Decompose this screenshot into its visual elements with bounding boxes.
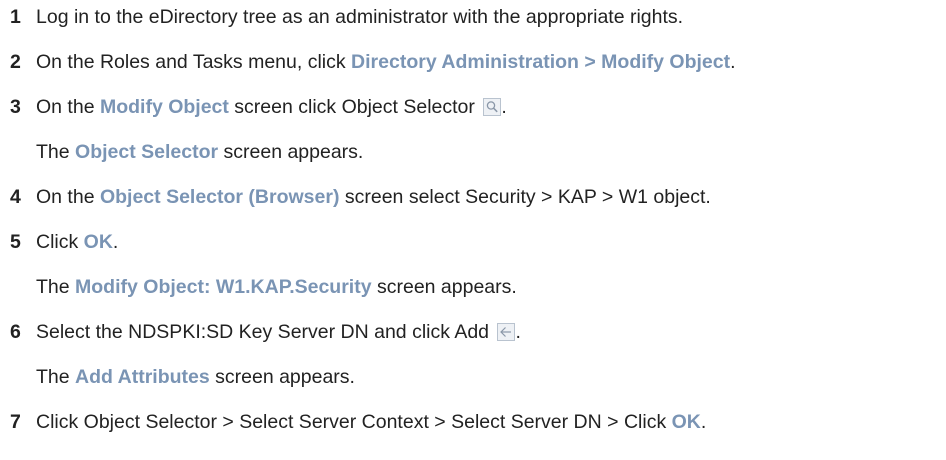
step-number: 5 [10,231,21,253]
step-1: 1 Log in to the eDirectory tree as an adm… [0,0,683,34]
ui-reference-directory-administration: Directory Administration > Modify Object [351,51,731,73]
ui-reference-ok: OK [83,231,113,253]
step-6-result: The Add Attributes screen appears. [0,360,355,394]
step-number: 6 [10,321,21,343]
step-text: . [501,96,507,118]
step-7: 7 Click Object Selector > Select Server C… [0,405,706,439]
ui-reference-add-attributes: Add Attributes [75,366,210,388]
step-2: 2 On the Roles and Tasks menu, click Dire… [0,45,736,79]
step-text: . [112,231,119,253]
step-text: . [700,411,707,433]
step-text: The [36,276,76,298]
step-4: 4 On the Object Selector (Browser) screen… [0,180,711,214]
ui-reference-modify-object-w1: Modify Object: W1.KAP.Security [75,276,372,298]
step-5-result: The Modify Object: W1.KAP.Security scree… [0,270,517,304]
step-number: 2 [10,51,21,73]
step-3-result: The Object Selector screen appears. [0,135,363,169]
step-text: screen select Security > KAP > W1 object… [339,186,711,208]
step-text: screen click Object Selector [228,96,481,118]
step-number: 7 [10,411,21,433]
ui-reference-ok: OK [671,411,701,433]
ui-reference-object-selector-browser: Object Selector (Browser) [99,186,340,208]
step-6: 6 Select the NDSPKI:SD Key Server DN and … [0,315,521,349]
step-number: 1 [10,6,21,28]
step-text: The [36,141,76,163]
step-text: On the [36,96,100,118]
step-5: 5 Click OK. [0,225,118,259]
ui-reference-modify-object: Modify Object [99,96,229,118]
step-text: On the Roles and Tasks menu, click [36,51,352,73]
step-text: Click [36,231,84,253]
instruction-steps: 1 Log in to the eDirectory tree as an adm… [0,0,946,460]
step-text: The [36,366,76,388]
step-text: screen appears. [209,366,355,388]
step-text: Log in to the eDirectory tree as an admi… [36,6,684,28]
step-text: . [515,321,521,343]
step-text: Click Object Selector > Select Server Co… [36,411,672,433]
step-text: screen appears. [371,276,517,298]
magnifier-icon [483,98,502,116]
step-number: 4 [10,186,21,208]
left-arrow-icon [497,323,516,341]
step-text: . [730,51,736,73]
step-number: 3 [10,96,21,118]
step-3: 3 On the Modify Object screen click Objec… [0,90,507,124]
step-text: On the [36,186,100,208]
step-text: screen appears. [218,141,364,163]
step-text: Select the NDSPKI:SD Key Server DN and c… [36,321,495,343]
ui-reference-object-selector: Object Selector [75,141,219,163]
